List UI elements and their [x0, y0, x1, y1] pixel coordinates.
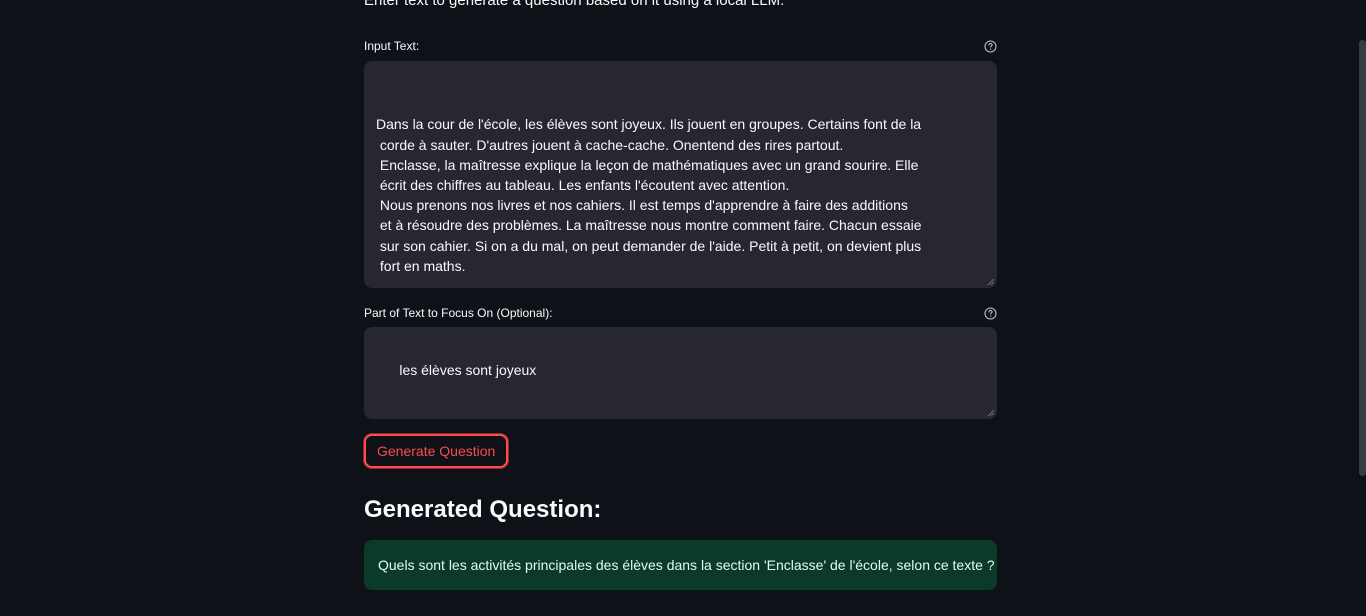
- focus-text-value: les élèves sont joyeux: [399, 362, 537, 379]
- input-text-line: Nous prenons nos livres et nos cahiers. …: [376, 197, 908, 214]
- help-icon[interactable]: [984, 39, 997, 53]
- input-text-label-row: Input Text:: [364, 37, 997, 55]
- input-text-line: écrit des chiffres au tableau. Les enfan…: [376, 177, 790, 194]
- input-text-line: Dans la cour de l'école, les élèves sont…: [376, 116, 922, 133]
- input-text-content: Dans la cour de l'école, les élèves sont…: [376, 114, 985, 276]
- input-text-line: corde à sauter. D'autres jouent à cache-…: [376, 136, 844, 153]
- focus-text-area[interactable]: les élèves sont joyeux: [364, 327, 997, 419]
- generated-question-box: Quels sont les activités principales des…: [364, 540, 997, 590]
- intro-text: Enter text to generate a question based …: [364, 0, 785, 9]
- generated-question-text: Quels sont les activités principales des…: [378, 557, 995, 573]
- focus-text-label: Part of Text to Focus On (Optional):: [364, 306, 553, 320]
- input-text-area[interactable]: Dans la cour de l'école, les élèves sont…: [364, 61, 997, 288]
- input-text-line: Enclasse, la maîtresse explique la leçon…: [376, 156, 919, 173]
- app-page: Enter text to generate a question based …: [0, 0, 1366, 616]
- focus-text-label-row: Part of Text to Focus On (Optional):: [364, 304, 997, 322]
- generate-question-button[interactable]: Generate Question: [364, 434, 509, 468]
- page-scrollbar[interactable]: [1359, 40, 1366, 476]
- resize-grip-icon[interactable]: [987, 409, 995, 417]
- input-text-line: sur son cahier. Si on a du mal, on peut …: [376, 237, 922, 254]
- generated-question-heading: Generated Question:: [364, 496, 602, 523]
- input-text-line: et à résoudre des problèmes. La maîtress…: [376, 217, 922, 234]
- input-text-label: Input Text:: [364, 39, 420, 53]
- input-text-line: fort en maths.: [376, 257, 466, 274]
- resize-grip-icon[interactable]: [987, 278, 995, 286]
- help-icon[interactable]: [984, 306, 997, 320]
